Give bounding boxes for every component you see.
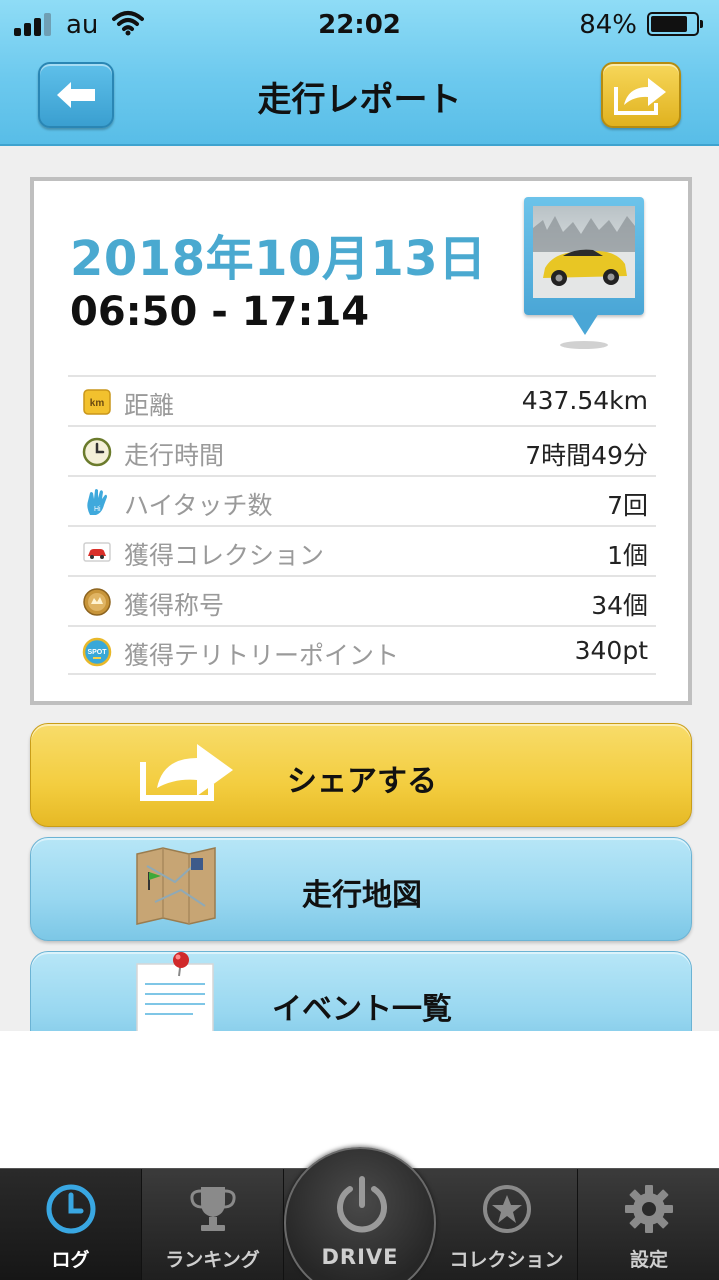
app-header: au 22:02 84% 走行レポート [0, 0, 719, 146]
svg-text:SPOT: SPOT [87, 649, 107, 656]
stat-label: 獲得コレクション [124, 541, 325, 570]
svg-text:Hi: Hi [94, 506, 101, 513]
report-time-range: 06:50 - 17:14 [70, 289, 370, 335]
stat-value: 34個 [591, 591, 648, 620]
share-button[interactable]: シェアする [30, 723, 692, 827]
svg-text:km: km [90, 398, 105, 409]
event-list-button[interactable]: イベント一覧 [30, 951, 692, 1031]
km-icon: km [83, 389, 111, 415]
tab-settings-label: 設定 [629, 1249, 668, 1271]
power-icon [337, 1176, 387, 1233]
gear-icon [625, 1185, 673, 1233]
stat-row-collection: 獲得コレクション 1個 [68, 525, 656, 575]
share-arrow-icon [614, 78, 666, 115]
trophy-icon [190, 1187, 236, 1231]
spot-icon: SPOT [82, 637, 112, 667]
stat-value: 437.54km [521, 386, 648, 415]
tab-collection[interactable]: コレクション [436, 1169, 578, 1280]
share-button-label: シェアする [287, 764, 437, 799]
event-list-label: イベント一覧 [272, 992, 452, 1027]
photo-frame [524, 197, 644, 315]
stat-label: 距離 [124, 391, 175, 420]
stat-label: ハイタッチ数 [124, 491, 273, 520]
pin-tail [571, 313, 599, 335]
header-share-button[interactable] [601, 62, 681, 128]
tab-collection-label: コレクション [449, 1249, 564, 1271]
medal-icon [83, 588, 111, 616]
stat-row-territory-points: SPOT 獲得テリトリーポイント 340pt [68, 625, 656, 675]
star-icon [483, 1185, 531, 1233]
drive-button[interactable]: DRIVE [284, 1147, 436, 1280]
tab-ranking[interactable]: ランキング [142, 1169, 284, 1280]
status-bar: au 22:02 84% [0, 0, 719, 50]
stat-row-distance: km 距離 437.54km [68, 375, 656, 425]
stat-value: 1個 [607, 541, 648, 570]
drive-map-button[interactable]: 走行地図 [30, 837, 692, 941]
report-card: 2018年10月13日 06:50 - 17:14 km 距離 437.54km… [30, 177, 692, 705]
report-content[interactable]: 2018年10月13日 06:50 - 17:14 km 距離 437.54km… [0, 146, 719, 1031]
battery-percent: 84% [579, 10, 637, 40]
tab-log[interactable]: ログ [0, 1169, 142, 1280]
tab-ranking-label: ランキング [165, 1249, 260, 1271]
stat-value: 340pt [574, 636, 648, 665]
stat-value: 7回 [607, 491, 648, 520]
battery-icon [647, 12, 703, 36]
car-photo-pin-icon[interactable] [524, 197, 644, 353]
stat-row-drive-time: 走行時間 7時間49分 [68, 425, 656, 475]
clock-icon [82, 437, 112, 467]
stats-list: km 距離 437.54km 走行時間 7時間49分 Hi ハイタッチ数 7回 … [68, 375, 656, 675]
stat-label: 獲得称号 [124, 591, 225, 620]
report-date: 2018年10月13日 [70, 231, 487, 287]
stat-row-high-five: Hi ハイタッチ数 7回 [68, 475, 656, 525]
clock-icon [46, 1184, 96, 1234]
stat-label: 走行時間 [124, 441, 225, 470]
tab-bar: ログ ランキング DRIVE コレクション 設定 [0, 1147, 719, 1280]
high-five-icon: Hi [87, 489, 107, 515]
stat-row-titles: 獲得称号 34個 [68, 575, 656, 625]
stat-label: 獲得テリトリーポイント [124, 641, 400, 670]
drive-label: DRIVE [321, 1245, 399, 1269]
car-photo [533, 206, 635, 298]
pin-shadow [560, 341, 608, 349]
battery-level [651, 16, 688, 32]
drive-map-label: 走行地図 [302, 878, 422, 913]
car-card-icon [83, 542, 111, 562]
tab-settings[interactable]: 設定 [578, 1169, 719, 1280]
tab-log-label: ログ [51, 1249, 90, 1271]
stat-value: 7時間49分 [525, 441, 648, 470]
